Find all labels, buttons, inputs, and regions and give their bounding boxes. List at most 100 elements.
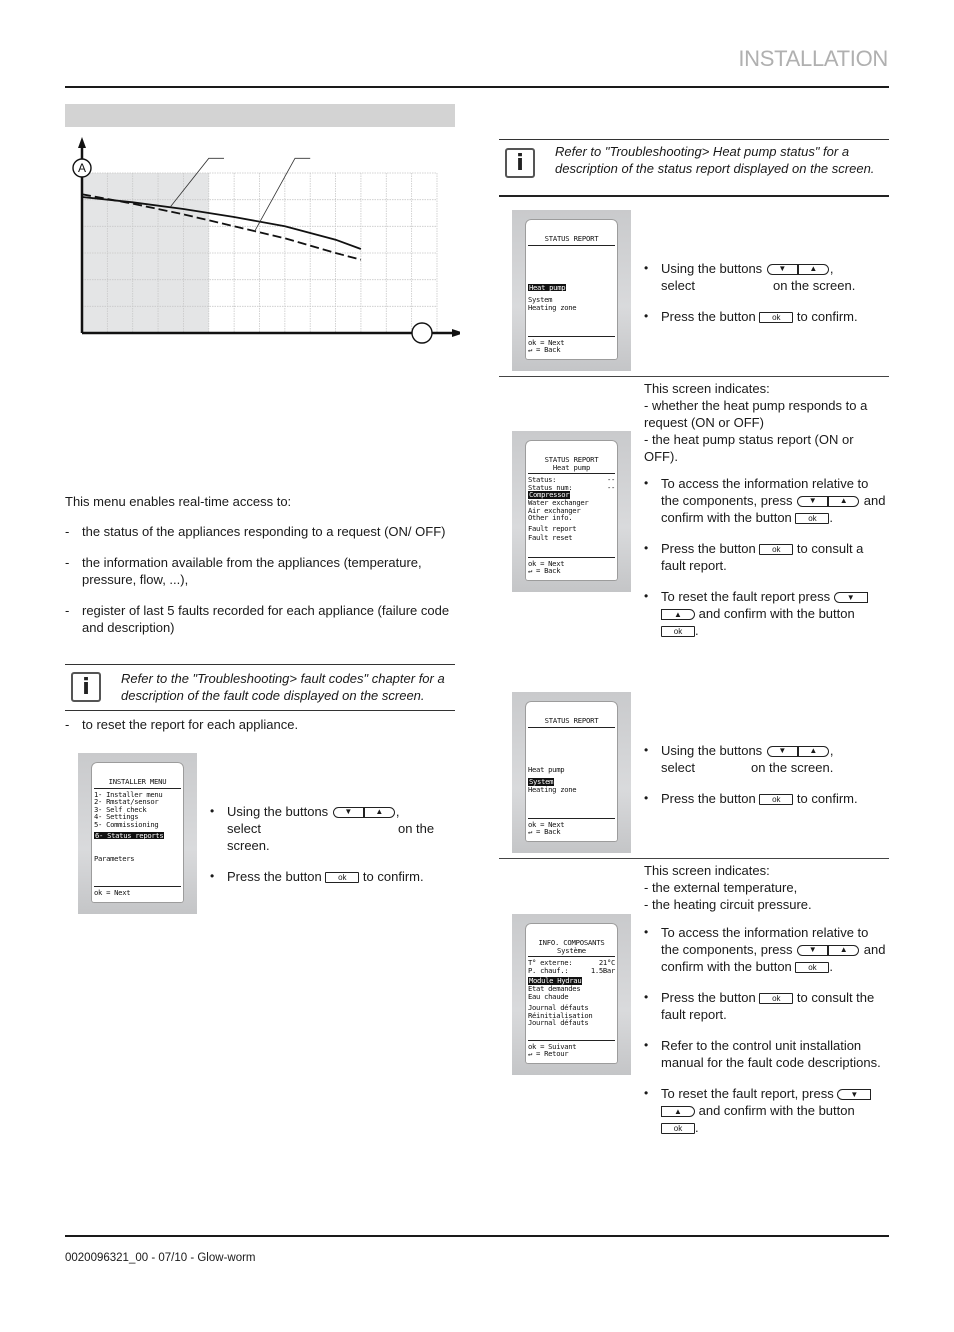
ok-button-icon: ok — [661, 626, 695, 638]
status-value: -- — [606, 482, 615, 492]
step-fault-report: Press the button ok to consult a fault r… — [644, 540, 889, 574]
step-confirm: Press the button ok to confirm. — [644, 308, 889, 325]
step-reset-fault: To reset the fault report press ▼ ▲ and … — [644, 588, 889, 639]
left-steps: Using the buttons ▼▲, selecton the scree… — [210, 803, 460, 899]
step-select: Using the buttons ▼▲, selecton the scree… — [210, 803, 460, 854]
footer-rule — [65, 1235, 889, 1237]
section-title: INSTALLATION — [738, 46, 888, 71]
down-button-icon: ▼ — [766, 263, 798, 275]
screen-footer: ↵ = Back — [528, 566, 561, 576]
step-fault-report: Press the button ok to consult the fault… — [644, 989, 889, 1023]
info-icon: i — [71, 672, 101, 702]
header-rule — [65, 86, 889, 88]
note-text: Refer to "Troubleshooting> Heat pump sta… — [555, 144, 875, 176]
step-confirm: Press the button ok to confirm. — [644, 790, 889, 807]
note-text: Refer to the "Troubleshooting> fault cod… — [121, 671, 445, 703]
menu-item: Heating zone — [528, 302, 577, 312]
ok-button-icon: ok — [325, 872, 360, 884]
screen3-steps: Using the buttons ▼▲, selecton the scree… — [644, 742, 889, 821]
step-access-components: To access the information relative to th… — [644, 475, 889, 526]
up-button-icon: ▲ — [661, 1106, 695, 1118]
screen-footer: ↵ = Retour — [528, 1049, 569, 1059]
step-reset-fault: To reset the fault report, press ▼ ▲ and… — [644, 1085, 889, 1136]
down-up-buttons: ▼ ▲ — [797, 495, 860, 508]
document-reference: 0020096321_00 - 07/10 - Glow-worm — [65, 1252, 256, 1264]
up-button-icon: ▲ — [828, 495, 860, 507]
screen-title: STATUS REPORT — [544, 234, 599, 243]
chart-svg: A — [72, 137, 464, 344]
note-fault-codes: i Refer to the "Troubleshooting> fault c… — [65, 664, 455, 711]
divider — [499, 376, 889, 377]
status-report-screen-heat-pump: STATUS REPORT Heat pump System Heating z… — [512, 210, 631, 371]
down-button-icon: ▼ — [332, 806, 364, 818]
pump-curve-chart: A — [65, 130, 464, 350]
menu-item: Journal défauts — [528, 1018, 589, 1028]
installer-menu-screen: INSTALLER MENU 1- Installer menu 2- Rmst… — [78, 753, 197, 914]
down-up-buttons: ▼ ▲ — [332, 806, 395, 819]
screen2-description: This screen indicates: - whether the hea… — [644, 381, 868, 464]
menu-item: Parameters — [94, 854, 135, 864]
screen-footer: ↵ = Back — [528, 345, 561, 355]
screen-title: STATUS REPORT — [544, 716, 599, 725]
down-button-icon: ▼ — [833, 592, 868, 604]
access-item: register of last 5 faults recorded for e… — [65, 602, 450, 636]
screen-title: INSTALLER MENU — [108, 777, 167, 786]
callout-leader-dashed — [254, 157, 311, 232]
menu-item: Heat pump — [528, 764, 565, 774]
down-button-icon: ▼ — [797, 944, 829, 956]
screen-subtitle: Heat pump — [552, 462, 591, 472]
intro-text: This menu enables real-time access to: — [65, 494, 292, 509]
y-axis-arrow — [78, 137, 86, 148]
info-icon: i — [505, 148, 535, 178]
access-item: the status of the appliances responding … — [65, 523, 450, 540]
reset-item: to reset the report for each appliance. — [65, 716, 450, 733]
down-button-icon: ▼ — [797, 495, 829, 507]
ok-button-icon: ok — [759, 993, 794, 1005]
step-select: Using the buttons ▼▲, selecton the scree… — [644, 260, 889, 294]
screen-footer: ↵ = Back — [528, 827, 561, 837]
ok-button-icon: ok — [759, 544, 794, 556]
menu-item-selected: Heat pump — [528, 282, 567, 292]
note-heat-pump-status: i Refer to "Troubleshooting> Heat pump s… — [499, 139, 889, 197]
menu-item: Heating zone — [528, 784, 577, 794]
x-axis-arrow — [452, 329, 464, 337]
down-up-buttons: ▼ ▲ — [766, 263, 829, 276]
step-confirm: Press the button ok to confirm. — [210, 868, 460, 885]
status-label: P. chauf.: — [528, 965, 569, 975]
up-button-icon: ▲ — [363, 806, 395, 818]
screen1-steps: Using the buttons ▼▲, selecton the scree… — [644, 260, 889, 339]
section-heading-bar — [65, 104, 455, 127]
x-axis-label-circle — [411, 322, 433, 344]
ok-button-icon: ok — [759, 312, 794, 324]
status-value: 1.5Bar — [590, 965, 615, 975]
up-button-icon: ▲ — [797, 745, 829, 757]
screen2-steps: To access the information relative to th… — [644, 475, 889, 653]
screen-subtitle: Système — [557, 945, 586, 955]
step-select: Using the buttons ▼▲, selecton the scree… — [644, 742, 889, 776]
down-button-icon: ▼ — [766, 745, 798, 757]
divider — [499, 858, 889, 859]
reset-list: to reset the report for each appliance. — [65, 716, 450, 747]
ok-button-icon: ok — [759, 794, 794, 806]
menu-item-selected: 6- Status reports — [94, 830, 165, 840]
step-refer-manual: Refer to the control unit installation m… — [644, 1037, 889, 1071]
ok-button-icon: ok — [661, 1123, 695, 1135]
menu-item: Fault reset — [528, 533, 573, 543]
screen4-steps: To access the information relative to th… — [644, 924, 889, 1150]
up-button-icon: ▲ — [661, 609, 695, 621]
access-list: the status of the appliances responding … — [65, 523, 450, 650]
status-report-screen-heat-pump-detail: STATUS REPORT Heat pump Status: -- Status… — [512, 431, 631, 592]
down-button-icon: ▼ — [837, 1089, 872, 1101]
menu-item: Fault report — [528, 523, 577, 533]
down-up-buttons: ▼ ▲ — [797, 944, 860, 957]
up-button-icon: ▲ — [828, 944, 860, 956]
y-axis-label: A — [78, 161, 86, 175]
menu-item: 5- Commissioning — [94, 819, 159, 829]
screen-footer: ok = Next — [94, 888, 131, 898]
ok-button-icon: ok — [795, 962, 830, 974]
info-composants-screen: INFO. COMPOSANTS Système T° externe: 21°C… — [512, 914, 631, 1075]
access-item: the information available from the appli… — [65, 554, 450, 588]
menu-item: Other info. — [528, 513, 573, 523]
up-button-icon: ▲ — [797, 263, 829, 275]
screen4-description: This screen indicates: - the external te… — [644, 863, 812, 912]
